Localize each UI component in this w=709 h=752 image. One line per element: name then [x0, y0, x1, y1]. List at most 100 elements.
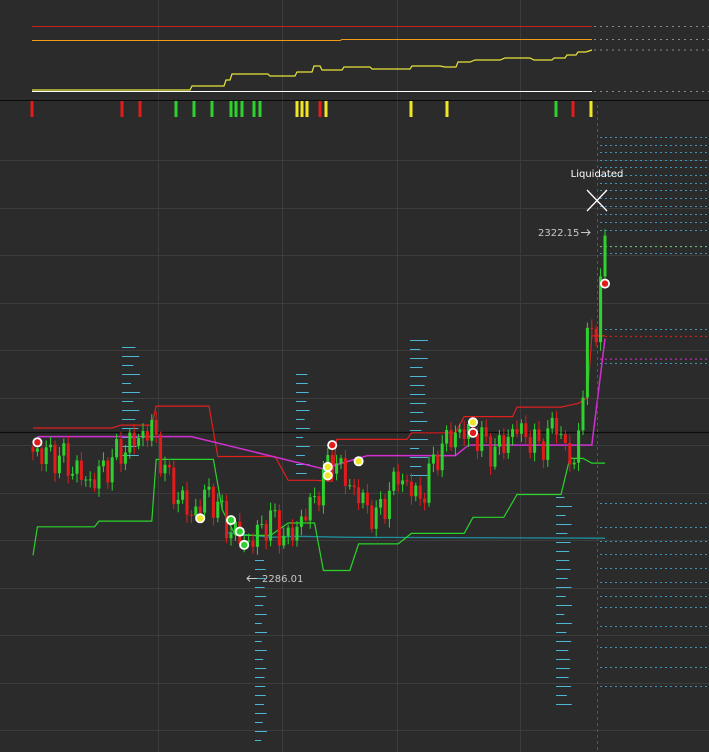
candle-body	[167, 464, 171, 468]
signal-tick	[240, 101, 244, 117]
candle-body	[44, 447, 48, 464]
candle-body	[414, 485, 418, 497]
candle-body	[251, 540, 255, 547]
signal-tick	[30, 101, 34, 117]
candle-body	[449, 430, 453, 448]
candle-body	[203, 489, 207, 513]
candle-body	[198, 506, 202, 513]
candle-body	[453, 432, 457, 448]
trade-marker-dot	[601, 280, 609, 287]
candle-body	[506, 436, 510, 453]
candle-body	[533, 429, 537, 453]
candle-body	[194, 506, 198, 516]
candle-body	[110, 457, 114, 483]
candle-body	[207, 486, 211, 490]
price-chart: Liquidated 2322.15 2286.01	[0, 0, 709, 752]
candle-body	[568, 443, 572, 465]
trade-marker-dot	[34, 439, 41, 446]
candle-body	[537, 429, 541, 442]
candle-body	[524, 423, 528, 438]
candle-body	[335, 463, 339, 474]
candle-body	[308, 497, 312, 521]
trade-marker-dot	[355, 458, 362, 465]
candle-body	[115, 439, 119, 458]
candle-body	[343, 458, 347, 486]
signal-tick	[120, 101, 124, 117]
candle-body	[550, 417, 554, 429]
trade-marker-dot	[236, 528, 243, 535]
candle-body	[123, 452, 127, 464]
signal-tick	[210, 101, 214, 117]
candle-body	[511, 429, 515, 437]
candle-body	[370, 505, 374, 529]
signal-tick	[324, 101, 328, 117]
candle-body	[427, 463, 431, 503]
candle-body	[211, 486, 215, 518]
candle-body	[260, 524, 264, 525]
candle-body	[88, 479, 92, 481]
candle-body	[365, 492, 369, 506]
candle-body	[379, 499, 383, 508]
candle-body	[31, 447, 35, 452]
candle-body	[489, 436, 493, 467]
candle-body	[216, 501, 220, 518]
candle-body	[581, 397, 585, 431]
candle-body	[563, 434, 567, 444]
trade-marker-dot	[324, 472, 331, 479]
candle-body	[383, 499, 387, 520]
candle-body	[603, 235, 607, 277]
candle-body	[53, 444, 57, 474]
signal-tick	[571, 101, 575, 117]
candle-body	[585, 327, 589, 398]
signal-tick	[295, 101, 299, 117]
candle-body	[269, 510, 273, 541]
trade-marker-dot	[227, 516, 235, 524]
trade-marker-dot	[469, 429, 477, 436]
candle-body	[220, 500, 224, 502]
candle-body	[172, 467, 176, 504]
trade-marker-dot	[324, 463, 331, 471]
candle-body	[273, 510, 277, 512]
signal-tick	[229, 101, 233, 117]
candle-body	[181, 490, 185, 500]
candle-body	[361, 492, 365, 504]
candle-body	[440, 443, 444, 471]
candle-body	[176, 499, 180, 504]
candle-body	[484, 427, 488, 437]
candle-body	[40, 448, 44, 464]
trade-marker-dot	[469, 419, 477, 426]
candle-body	[145, 431, 149, 441]
candle-body	[396, 471, 400, 485]
signal-tick	[300, 101, 304, 117]
candle-body	[189, 514, 193, 516]
candle-body	[317, 496, 321, 506]
candle-body	[497, 435, 501, 447]
signal-tick	[174, 101, 178, 117]
candle-body	[431, 454, 435, 464]
candle-body	[255, 524, 259, 547]
candle-body	[352, 485, 356, 488]
candle-body	[409, 481, 413, 497]
candle-body	[541, 441, 545, 460]
candle-body	[119, 439, 123, 464]
candle-body	[480, 427, 484, 451]
candle-body	[339, 458, 343, 464]
signal-tick	[192, 101, 196, 117]
candle-body	[62, 443, 66, 456]
candle-body	[128, 432, 132, 453]
candle-body	[299, 516, 303, 527]
signal-tick	[318, 101, 322, 117]
signal-tick	[258, 101, 262, 117]
signal-tick	[234, 101, 238, 117]
candle-body	[150, 419, 154, 441]
candle-body	[405, 480, 409, 482]
signal-tick	[305, 101, 309, 117]
candle-body	[132, 432, 136, 446]
candle-body	[418, 485, 422, 499]
candle-body	[106, 460, 110, 483]
candle-body	[493, 446, 497, 467]
candle-body	[401, 480, 405, 485]
signal-tick	[138, 101, 142, 117]
candle-body	[436, 454, 440, 471]
candle-body	[374, 507, 378, 529]
